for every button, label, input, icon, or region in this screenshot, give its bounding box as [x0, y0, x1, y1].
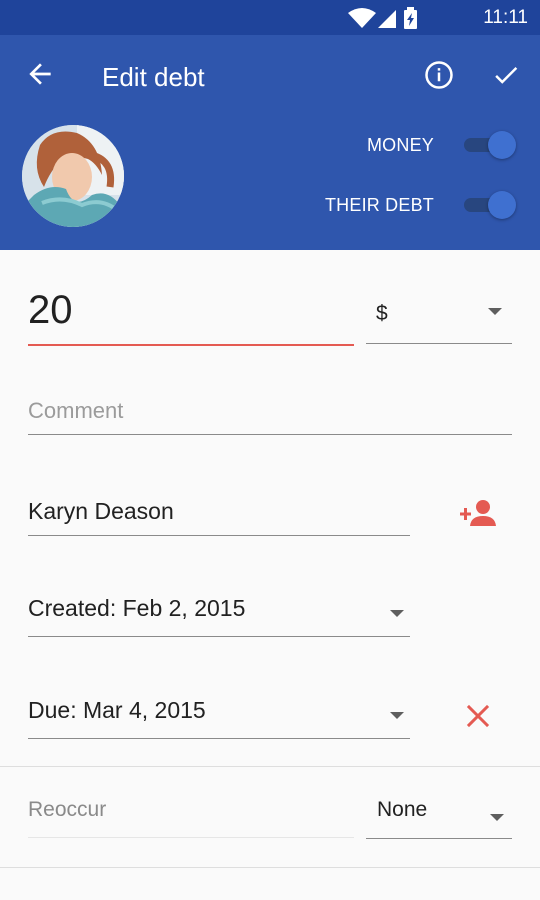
chevron-down-icon: [390, 610, 404, 617]
their-debt-toggle-row[interactable]: THEIR DEBT: [325, 190, 518, 220]
status-bar: 11:11: [0, 0, 540, 35]
contact-name: Karyn Deason: [28, 498, 174, 524]
created-date-select[interactable]: Created: Feb 2, 2015: [28, 588, 410, 637]
divider: [0, 766, 540, 767]
contact-avatar[interactable]: [22, 125, 124, 227]
money-toggle-label: MONEY: [366, 134, 434, 155]
money-toggle-row[interactable]: MONEY: [367, 130, 518, 160]
debt-form: 20 $ Comment Karyn Deason Created: Feb 2…: [0, 250, 540, 900]
due-date-value: Due: Mar 4, 2015: [28, 697, 206, 723]
wifi-icon: [348, 8, 376, 28]
battery-icon: [404, 7, 417, 29]
page-title: Edit debt: [102, 62, 205, 92]
money-switch[interactable]: [464, 130, 518, 160]
back-arrow-icon[interactable]: [24, 58, 56, 90]
currency-select[interactable]: $: [366, 290, 512, 344]
chevron-down-icon: [488, 308, 502, 315]
add-person-icon[interactable]: [460, 498, 496, 530]
info-icon[interactable]: [424, 60, 454, 90]
clear-due-date-icon[interactable]: [466, 704, 490, 728]
chevron-down-icon: [490, 814, 504, 821]
status-icons: [348, 7, 417, 29]
reoccur-value: None: [377, 798, 428, 821]
comment-placeholder: Comment: [28, 398, 124, 423]
reoccur-select[interactable]: None: [366, 790, 512, 839]
created-date-value: Created: Feb 2, 2015: [28, 595, 246, 621]
cell-signal-icon: [378, 10, 396, 28]
status-time: 11:11: [483, 7, 528, 28]
contact-field[interactable]: Karyn Deason: [28, 490, 410, 536]
their-debt-switch[interactable]: [464, 190, 518, 220]
due-date-select[interactable]: Due: Mar 4, 2015: [28, 690, 410, 739]
avatar-photo: [22, 125, 124, 227]
reoccur-label: Reoccur: [28, 798, 107, 821]
amount-field[interactable]: 20: [28, 280, 354, 346]
amount-value: 20: [28, 288, 73, 332]
chevron-down-icon: [390, 712, 404, 719]
comment-field[interactable]: Comment: [28, 390, 512, 435]
divider: [0, 867, 540, 868]
their-debt-toggle-label: THEIR DEBT: [324, 194, 434, 215]
currency-value: $: [376, 302, 388, 325]
check-icon[interactable]: [491, 60, 521, 90]
